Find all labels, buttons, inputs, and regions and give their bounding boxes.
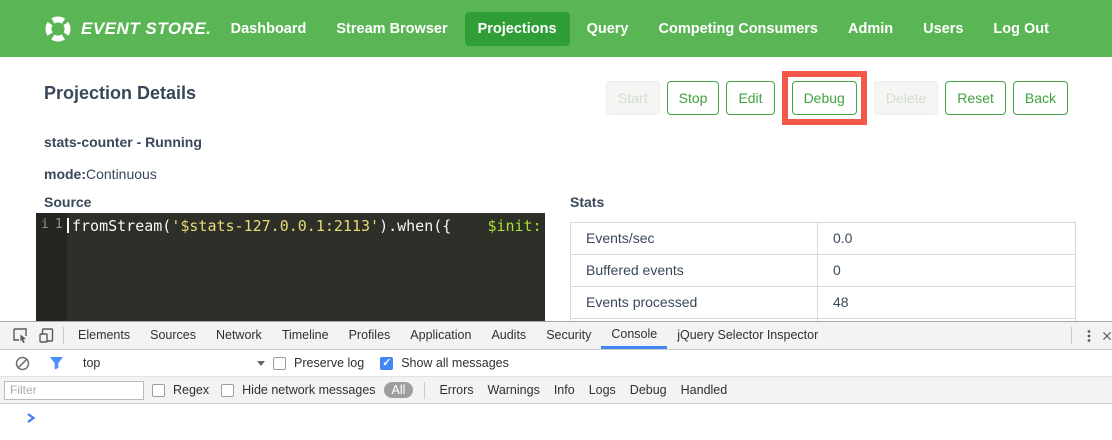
level-errors[interactable]: Errors [436,383,476,397]
tab-timeline[interactable]: Timeline [272,322,339,349]
editor-code-line[interactable]: fromStream('$stats-127.0.0.1:2113').when… [67,213,545,321]
tab-console[interactable]: Console [601,322,667,349]
level-all[interactable]: All [384,382,414,398]
top-navbar: EVENT STORE. Dashboard Stream Browser Pr… [0,0,1112,57]
tab-profiles[interactable]: Profiles [339,322,401,349]
table-row: Buffered events 0 [570,255,1076,287]
start-button[interactable]: Start [606,81,660,115]
stop-button[interactable]: Stop [667,81,720,115]
frame-context-selector[interactable]: top [83,356,265,370]
stat-label: Buffered events [571,255,818,286]
show-all-messages-label[interactable]: Show all messages [401,356,509,370]
delete-button[interactable]: Delete [874,81,938,115]
code-segment: ).when({ [379,217,451,235]
filter-input[interactable] [4,381,144,400]
eventstore-logo-text: EVENT STORE. [81,19,211,39]
stats-table: Events/sec 0.0 Buffered events 0 Events … [570,222,1076,321]
devtools-tab-bar: Elements Sources Network Timeline Profil… [0,322,1112,350]
preserve-log-checkbox[interactable] [273,357,286,370]
reset-button[interactable]: Reset [945,81,1006,115]
stat-value: 0 [818,255,1075,286]
toolbar-separator [1071,327,1072,344]
tab-elements[interactable]: Elements [68,322,140,349]
tab-audits[interactable]: Audits [481,322,536,349]
code-segment [542,217,545,235]
nav-item-stream-browser[interactable]: Stream Browser [323,12,460,46]
level-debug[interactable]: Debug [627,383,670,397]
frame-context-value: top [83,356,100,370]
devtools-panel: Elements Sources Network Timeline Profil… [0,321,1112,440]
show-all-messages-checkbox[interactable] [380,357,393,370]
nav-menu: Dashboard Stream Browser Projections Que… [218,12,1062,46]
page-title: Projection Details [44,83,196,104]
eventstore-logo-icon [44,15,72,43]
console-toolbar: top Preserve log Show all messages [0,350,1112,377]
level-logs[interactable]: Logs [586,383,619,397]
tab-security[interactable]: Security [536,322,601,349]
nav-item-projections[interactable]: Projections [465,12,570,46]
toolbar-separator [63,327,64,344]
inspect-element-icon[interactable] [7,323,33,349]
stat-value: 0.0 [818,223,1075,254]
source-code-editor[interactable]: i 1 fromStream('$stats-127.0.0.1:2113').… [36,213,545,321]
console-filter-bar: Regex Hide network messages All Errors W… [0,377,1112,404]
code-segment: fromStream( [72,217,171,235]
editor-caret [67,218,69,233]
source-heading: Source [44,194,91,210]
toolbar-separator [424,382,425,399]
back-button[interactable]: Back [1013,81,1068,115]
nav-item-competing-consumers[interactable]: Competing Consumers [645,12,831,46]
device-toolbar-icon[interactable] [33,323,59,349]
tab-jquery-selector-inspector[interactable]: jQuery Selector Inspector [667,322,828,349]
regex-checkbox[interactable] [152,384,165,397]
projection-mode: mode:Continuous [44,166,157,182]
console-prompt[interactable] [0,404,1112,426]
table-row: Events processed 48 [570,287,1076,319]
nav-item-logout[interactable]: Log Out [980,12,1062,46]
line-number: 1 [55,217,63,321]
filter-icon[interactable] [43,350,69,376]
nav-item-users[interactable]: Users [910,12,976,46]
devtools-menu-icon[interactable] [1076,323,1102,349]
code-segment-keyword: $init: [487,217,541,235]
console-prompt-chevron-icon [26,413,36,423]
tab-sources[interactable]: Sources [140,322,206,349]
code-segment [451,217,487,235]
preserve-log-label[interactable]: Preserve log [294,356,364,370]
regex-label[interactable]: Regex [173,383,209,397]
editor-gutter: i 1 [36,213,67,321]
mode-value: Continuous [86,166,157,182]
code-segment-string: '$stats-127.0.0.1:2113' [171,217,379,235]
stat-label: Events/sec [571,223,818,254]
chevron-down-icon [257,361,265,366]
devtools-close-icon[interactable] [1102,329,1112,343]
devtools-window-controls [1067,323,1112,349]
eventstore-logo[interactable]: EVENT STORE. [44,15,211,43]
hide-network-messages-label[interactable]: Hide network messages [242,383,375,397]
debug-button[interactable]: Debug [792,81,857,115]
debug-highlight-annotation: Debug [782,71,867,125]
main-content: Projection Details Start Stop Edit Debug… [0,57,1112,321]
stat-label: Events processed [571,287,818,318]
nav-item-admin[interactable]: Admin [835,12,906,46]
level-handled[interactable]: Handled [678,383,731,397]
tab-network[interactable]: Network [206,322,272,349]
projection-actions: Start Stop Edit Debug Delete Reset Back [606,68,1068,128]
gutter-marker: i [41,217,49,321]
nav-item-query[interactable]: Query [574,12,642,46]
projection-status: stats-counter - Running [44,134,202,150]
hide-network-messages-checkbox[interactable] [221,384,234,397]
level-warnings[interactable]: Warnings [484,383,542,397]
mode-label: mode: [44,166,86,182]
tab-application[interactable]: Application [400,322,481,349]
stat-value: 48 [818,287,1075,318]
edit-button[interactable]: Edit [726,81,774,115]
table-row: Events/sec 0.0 [570,223,1076,255]
stats-heading: Stats [570,194,604,210]
nav-item-dashboard[interactable]: Dashboard [218,12,320,46]
level-info[interactable]: Info [551,383,578,397]
clear-console-icon[interactable] [9,350,35,376]
